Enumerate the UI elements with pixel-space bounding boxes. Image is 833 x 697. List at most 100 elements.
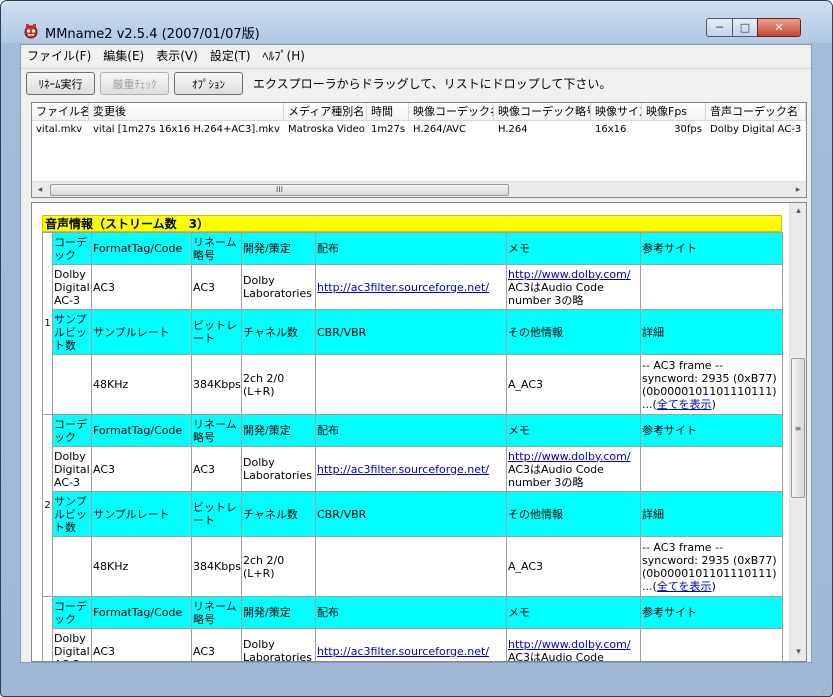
list-header: ファイル名 変更後 メディア種別名 時間 映像コーデック名 映像コーデック略号 … xyxy=(32,103,806,121)
horizontal-scrollbar[interactable]: ◂ III ▸ xyxy=(32,181,806,197)
header-cell: メモ xyxy=(506,232,641,265)
list-item[interactable]: vital.mkv vital [1m27s 16x16 H.264+AC3].… xyxy=(32,122,806,138)
table-row: Dolby Digital AC-3 AC3 AC3 Dolby Laborat… xyxy=(43,628,783,662)
column-header[interactable]: ファイル名 xyxy=(32,103,89,121)
distribution-cell: http://ac3filter.sourceforge.net/ xyxy=(315,628,507,661)
header-cell: サンプルビット数 xyxy=(52,309,92,355)
scroll-right-icon[interactable]: ▸ xyxy=(790,182,806,197)
column-header[interactable]: 映像Fps xyxy=(642,103,706,121)
maximize-icon: □ xyxy=(739,21,751,34)
distribution-link[interactable]: http://ac3filter.sourceforge.net/ xyxy=(317,463,489,476)
client-area: ファイル(F) 編集(E) 表示(V) 設定(T) ﾍﾙﾌﾟ(H) ﾘﾈｰﾑ実行… xyxy=(20,44,812,663)
memo-link[interactable]: http://www.dolby.com/ xyxy=(508,638,631,651)
distribution-cell: http://ac3filter.sourceforge.net/ xyxy=(315,446,507,492)
memo-text: AC3はAudio Code xyxy=(508,651,604,662)
title-bar[interactable]: MMname2 v2.5.4 (2007/01/07版) ─ □ ✕ xyxy=(1,1,832,43)
header-cell: サンプルビット数 xyxy=(52,491,92,537)
developer-cell: Dolby Laboratories xyxy=(241,446,316,492)
format-tag-cell: AC3 xyxy=(91,628,192,661)
column-header[interactable]: 映像コーデック名 xyxy=(409,103,494,121)
distribution-link[interactable]: http://ac3filter.sourceforge.net/ xyxy=(317,645,489,658)
stream-index: 2 xyxy=(42,414,53,597)
scroll-left-icon[interactable]: ◂ xyxy=(32,182,48,197)
header-cell: コーデック xyxy=(52,414,92,447)
minimize-icon: ─ xyxy=(716,21,723,34)
rename-code-cell: AC3 xyxy=(191,264,242,310)
list-cell: Matroska Video xyxy=(288,124,365,135)
detail-cell: -- AC3 frame -- syncword: 2935 (0xB77) (… xyxy=(640,536,783,597)
header-cell: リネーム略号 xyxy=(191,414,242,447)
header-cell: FormatTag/Code xyxy=(91,414,192,447)
menu-edit[interactable]: 編集(E) xyxy=(97,46,150,66)
column-header[interactable]: メディア種別名 xyxy=(284,103,367,121)
resize-grip-icon[interactable]: ⋰ xyxy=(822,685,830,694)
column-header[interactable]: 映像サイズ xyxy=(591,103,642,121)
reference-site-cell xyxy=(640,264,783,310)
table-row: サンプルビット数 サンプルレート ビットレート チャネル数 CBR/VBR その… xyxy=(43,491,783,537)
vertical-scrollbar[interactable]: ▴ ≡ ▾ xyxy=(789,203,806,661)
format-tag-cell: AC3 xyxy=(91,446,192,492)
scroll-up-icon[interactable]: ▴ xyxy=(790,203,806,220)
scroll-thumb[interactable]: III xyxy=(50,184,509,196)
menu-view[interactable]: 表示(V) xyxy=(150,46,204,66)
table-row: 48KHz 384Kbps 2ch 2/0 (L+R) A_AC3 -- AC3… xyxy=(43,536,783,597)
app-icon xyxy=(24,24,38,39)
header-cell: リネーム略号 xyxy=(191,596,242,629)
detail-view[interactable]: 音声情報（ストリーム数 3） 1 コーデック FormatTag/Code リネ… xyxy=(31,202,807,662)
file-list[interactable]: ファイル名 変更後 メディア種別名 時間 映像コーデック名 映像コーデック略号 … xyxy=(31,102,807,198)
rename-button[interactable]: ﾘﾈｰﾑ実行 xyxy=(26,72,95,95)
table-row: 1 コーデック FormatTag/Code リネーム略号 開発/策定 配布 メ… xyxy=(42,232,783,415)
cbr-vbr-cell xyxy=(315,536,507,597)
header-cell: サンプルレート xyxy=(91,491,192,537)
distribution-link[interactable]: http://ac3filter.sourceforge.net/ xyxy=(317,281,489,294)
sample-rate-cell: 48KHz xyxy=(91,354,192,415)
header-cell: チャネル数 xyxy=(241,491,316,537)
scroll-thumb[interactable]: ≡ xyxy=(791,358,805,498)
format-tag-cell: AC3 xyxy=(91,264,192,310)
audio-info: 音声情報（ストリーム数 3） 1 コーデック FormatTag/Code リネ… xyxy=(42,215,783,662)
codec-cell: Dolby Digital AC-3 xyxy=(52,446,92,492)
memo-link[interactable]: http://www.dolby.com/ xyxy=(508,450,631,463)
show-all-link[interactable]: 全てを表示 xyxy=(657,398,712,411)
header-cell: 開発/策定 xyxy=(241,232,316,265)
memo-text: AC3はAudio Code number 3の略 xyxy=(508,462,604,489)
audio-section-title: 音声情報（ストリーム数 3） xyxy=(42,215,782,232)
distribution-cell: http://ac3filter.sourceforge.net/ xyxy=(315,264,507,310)
menu-settings[interactable]: 設定(T) xyxy=(204,46,257,66)
rename-code-cell: AC3 xyxy=(191,628,242,661)
options-button[interactable]: ｵﾌﾟｼｮﾝ xyxy=(174,72,243,95)
header-cell: 開発/策定 xyxy=(241,414,316,447)
detail-cell: -- AC3 frame -- syncword: 2935 (0xB77) (… xyxy=(640,354,783,415)
memo-link[interactable]: http://www.dolby.com/ xyxy=(508,268,631,281)
header-cell: メモ xyxy=(506,596,641,629)
detail-close: ) xyxy=(711,397,716,411)
column-header[interactable]: 変更後 xyxy=(89,103,284,121)
sample-rate-cell: 48KHz xyxy=(91,536,192,597)
memo-cell: http://www.dolby.com/AC3はAudio Code numb… xyxy=(506,446,641,492)
minimize-button[interactable]: ─ xyxy=(706,18,733,37)
header-cell: 詳細 xyxy=(640,309,783,355)
header-cell: FormatTag/Code xyxy=(91,232,192,265)
audio-table: 1 コーデック FormatTag/Code リネーム略号 開発/策定 配布 メ… xyxy=(42,232,783,662)
close-button[interactable]: ✕ xyxy=(757,18,801,37)
strict-check-button[interactable]: 厳重ﾁｪｯｸ xyxy=(100,72,169,95)
other-info-cell: A_AC3 xyxy=(506,354,641,415)
column-header[interactable]: 音声コーデック名 xyxy=(706,103,806,121)
table-row: コーデック FormatTag/Code リネーム略号 開発/策定 配布 メモ … xyxy=(42,596,783,661)
header-cell: 参考サイト xyxy=(640,596,783,629)
header-cell: サンプルレート xyxy=(91,309,192,355)
close-icon: ✕ xyxy=(774,21,784,34)
header-cell: メモ xyxy=(506,414,641,447)
scroll-down-icon[interactable]: ▾ xyxy=(790,644,806,661)
column-header[interactable]: 時間 xyxy=(367,103,409,121)
menu-file[interactable]: ファイル(F) xyxy=(21,46,97,66)
cbr-vbr-cell xyxy=(315,354,507,415)
menu-help[interactable]: ﾍﾙﾌﾟ(H) xyxy=(257,46,311,66)
maximize-button[interactable]: □ xyxy=(732,18,758,37)
show-all-link[interactable]: 全てを表示 xyxy=(657,580,712,593)
developer-cell: Dolby Laboratories xyxy=(241,264,316,310)
rename-code-cell: AC3 xyxy=(191,446,242,492)
column-header[interactable]: 映像コーデック略号 xyxy=(494,103,591,121)
list-cell: H.264/AVC xyxy=(413,124,467,135)
stream-index: 1 xyxy=(42,232,53,415)
